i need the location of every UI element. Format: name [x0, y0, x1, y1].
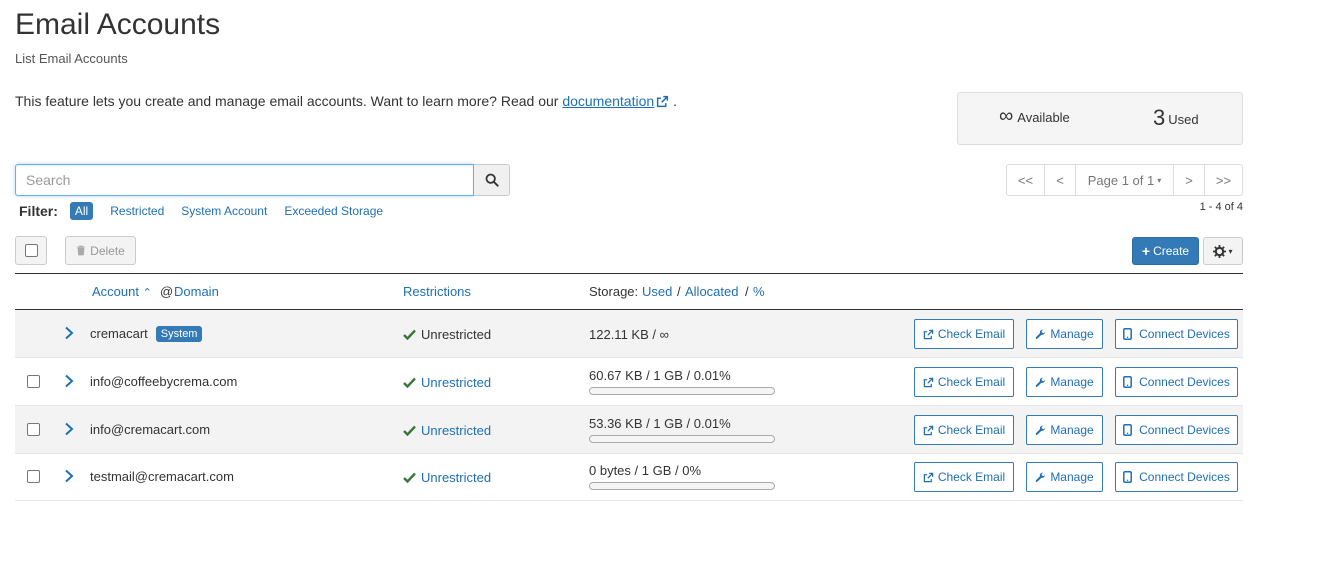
filter-restricted[interactable]: Restricted [110, 202, 164, 220]
connect-devices-button[interactable]: Connect Devices [1115, 367, 1238, 397]
account-name: info@cremacart.com [90, 422, 211, 437]
storage-progress-bar [589, 482, 775, 490]
chevron-right-icon[interactable] [63, 374, 75, 388]
available-stat: ∞ Available [999, 105, 1070, 127]
create-button[interactable]: + Create [1132, 237, 1199, 265]
filter-exceeded-storage[interactable]: Exceeded Storage [284, 202, 383, 220]
search-group [15, 164, 510, 196]
wrench-icon [1036, 377, 1046, 387]
wrench-icon [1036, 425, 1046, 435]
manage-button[interactable]: Manage [1026, 415, 1103, 445]
mobile-icon [1123, 471, 1133, 483]
storage-usage: 60.67 KB / 1 GB / 0.01% [589, 368, 731, 383]
page-select[interactable]: Page 1 of 1 ▾ [1075, 165, 1173, 195]
filter-all[interactable]: All [69, 202, 94, 220]
check-icon [403, 472, 416, 483]
chevron-right-icon[interactable] [63, 326, 75, 340]
manage-button[interactable]: Manage [1026, 319, 1103, 349]
table-row: info@coffeebycrema.com Unrestricted 60.67 … [15, 358, 1243, 406]
table-row: info@cremacart.com Unrestricted 53.36 KB /… [15, 406, 1243, 454]
storage-progress-bar [589, 435, 775, 443]
used-stat: 3 Used [1153, 105, 1199, 130]
table-row: testmail@cremacart.com Unrestricted 0 byte… [15, 453, 1243, 501]
intro-text: This feature lets you create and manage … [15, 93, 677, 109]
wrench-icon [1036, 472, 1046, 482]
storage-usage: 0 bytes / 1 GB / 0% [589, 463, 701, 478]
sort-up-icon: ⌃ [142, 287, 152, 299]
trash-icon [77, 245, 86, 256]
table-header: Account ⌃ @ Domain Restrictions Storage:… [15, 274, 1243, 310]
next-page-button[interactable]: > [1173, 165, 1204, 195]
check-icon [403, 329, 416, 340]
plus-icon: + [1141, 243, 1151, 259]
sort-restrictions-header[interactable]: Restrictions [403, 284, 471, 299]
search-input[interactable] [15, 164, 474, 196]
mobile-icon [1123, 376, 1133, 388]
restriction-status[interactable]: Unrestricted [403, 470, 491, 485]
external-link-icon [923, 377, 934, 387]
filter-label: Filter: [19, 203, 58, 219]
external-link-icon [657, 95, 669, 108]
email-accounts-page: Email Accounts List Email Accounts This … [0, 0, 1322, 586]
infinity-icon: ∞ [999, 105, 1014, 127]
wrench-icon [1036, 329, 1046, 339]
check-email-button[interactable]: Check Email [914, 367, 1014, 397]
account-name: info@coffeebycrema.com [90, 374, 238, 389]
table-row: cremacart System Unrestricted 122.11 KB / ∞… [15, 310, 1243, 358]
check-email-button[interactable]: Check Email [914, 319, 1014, 349]
documentation-link[interactable]: documentation [562, 93, 654, 109]
gear-icon [1213, 244, 1227, 258]
filter-bar: Filter: All Restricted System Account Ex… [19, 202, 400, 220]
system-badge: System [155, 326, 203, 342]
sort-account-header[interactable]: Account ⌃ [92, 284, 152, 299]
row-checkbox[interactable] [27, 375, 40, 388]
settings-dropdown-button[interactable]: ▾ [1203, 237, 1243, 265]
external-link-icon [923, 425, 934, 435]
manage-button[interactable]: Manage [1026, 367, 1103, 397]
filter-system-account[interactable]: System Account [181, 202, 267, 220]
pagination: << < Page 1 of 1 ▾ > >> [1006, 164, 1243, 196]
storage-usage: 53.36 KB / 1 GB / 0.01% [589, 416, 731, 431]
manage-button[interactable]: Manage [1026, 462, 1103, 492]
restriction-status: Unrestricted [403, 327, 491, 342]
row-checkbox[interactable] [27, 470, 40, 483]
storage-progress-bar [589, 387, 775, 395]
storage-usage: 122.11 KB / ∞ [589, 327, 669, 342]
connect-devices-button[interactable]: Connect Devices [1115, 415, 1238, 445]
page-title: Email Accounts [15, 8, 221, 41]
caret-down-icon: ▾ [1157, 175, 1162, 185]
connect-devices-button[interactable]: Connect Devices [1115, 319, 1238, 349]
sort-allocated-header[interactable]: Allocated [685, 284, 738, 299]
prev-page-button[interactable]: < [1044, 165, 1075, 195]
account-name: testmail@cremacart.com [90, 469, 234, 484]
restriction-status[interactable]: Unrestricted [403, 375, 491, 390]
check-email-button[interactable]: Check Email [914, 415, 1014, 445]
check-icon [403, 425, 416, 436]
account-stats: ∞ Available 3 Used [957, 92, 1243, 145]
check-icon [403, 377, 416, 388]
check-email-button[interactable]: Check Email [914, 462, 1014, 492]
sort-used-header[interactable]: Used [642, 284, 672, 299]
search-button[interactable] [474, 164, 510, 196]
restriction-status[interactable]: Unrestricted [403, 423, 491, 438]
chevron-right-icon[interactable] [63, 469, 75, 483]
external-link-icon [923, 329, 934, 339]
mobile-icon [1123, 424, 1133, 436]
account-name: cremacart System [90, 326, 203, 342]
external-link-icon [923, 472, 934, 482]
delete-button[interactable]: Delete [65, 236, 136, 265]
caret-down-icon: ▾ [1228, 246, 1233, 256]
connect-devices-button[interactable]: Connect Devices [1115, 462, 1238, 492]
select-all-checkbox[interactable] [15, 236, 47, 265]
results-range: 1 - 4 of 4 [1199, 201, 1243, 213]
row-checkbox[interactable] [27, 423, 40, 436]
first-page-button[interactable]: << [1007, 165, 1044, 195]
last-page-button[interactable]: >> [1204, 165, 1242, 195]
chevron-right-icon[interactable] [63, 422, 75, 436]
sort-domain-header[interactable]: Domain [174, 284, 219, 299]
mobile-icon [1123, 328, 1133, 340]
search-icon [485, 173, 499, 187]
page-subtitle: List Email Accounts [15, 51, 128, 66]
sort-percent-header[interactable]: % [753, 284, 765, 299]
